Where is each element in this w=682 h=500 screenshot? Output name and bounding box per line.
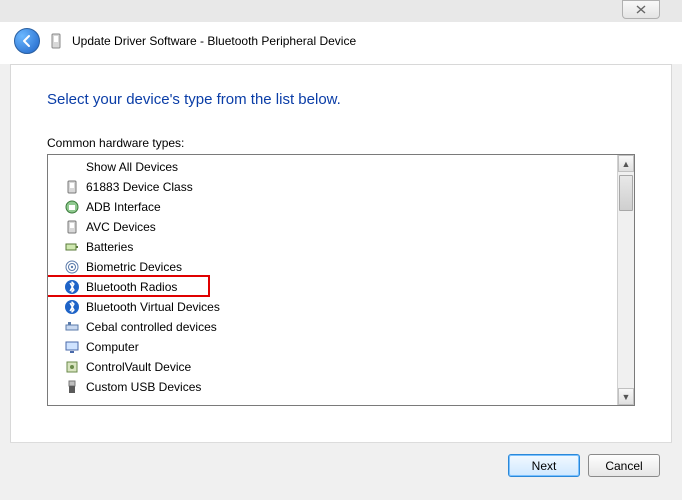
device-icon (64, 179, 80, 195)
list-item[interactable]: Batteries (48, 237, 617, 257)
cebal-icon (64, 319, 80, 335)
bluetooth-icon (64, 299, 80, 315)
title-bar (0, 0, 682, 22)
vault-icon (64, 359, 80, 375)
list-item[interactable]: 61883 Device Class (48, 177, 617, 197)
scroll-down-button[interactable]: ▼ (618, 388, 634, 405)
list-item-label: Biometric Devices (86, 260, 182, 274)
list-item[interactable]: AVC Devices (48, 217, 617, 237)
list-label: Common hardware types: (47, 136, 635, 150)
list-item-label: 61883 Device Class (86, 180, 193, 194)
cancel-button[interactable]: Cancel (588, 454, 660, 477)
instruction-text: Select your device's type from the list … (47, 91, 635, 108)
list-item-label: Bluetooth Radios (86, 280, 177, 294)
list-item-label: ADB Interface (86, 200, 161, 214)
list-item[interactable]: Bluetooth Radios (48, 277, 617, 297)
list-item-label: Bluetooth Virtual Devices (86, 300, 220, 314)
header: Update Driver Software - Bluetooth Perip… (0, 22, 682, 64)
list-item-label: Computer (86, 340, 139, 354)
battery-icon (64, 239, 80, 255)
scroll-thumb[interactable] (619, 175, 633, 211)
list-item[interactable]: Biometric Devices (48, 257, 617, 277)
adb-icon (64, 199, 80, 215)
list-item-label: AVC Devices (86, 220, 156, 234)
list-item[interactable]: Cebal controlled devices (48, 317, 617, 337)
scroll-up-button[interactable]: ▲ (618, 155, 634, 172)
list-item[interactable]: ControlVault Device (48, 357, 617, 377)
next-button[interactable]: Next (508, 454, 580, 477)
device-icon (64, 219, 80, 235)
list-item[interactable]: ADB Interface (48, 197, 617, 217)
main-panel: Select your device's type from the list … (10, 64, 672, 444)
list-item-label: ControlVault Device (86, 360, 191, 374)
list-item-label: Batteries (86, 240, 133, 254)
usb-icon (64, 379, 80, 395)
close-icon (636, 5, 646, 14)
blank-icon (64, 159, 80, 175)
list-item-label: Show All Devices (86, 160, 178, 174)
back-button[interactable] (14, 28, 40, 54)
close-button[interactable] (622, 0, 660, 19)
window-title: Update Driver Software - Bluetooth Perip… (72, 34, 356, 48)
list-item-label: Custom USB Devices (86, 380, 201, 394)
list-item-label: Cebal controlled devices (86, 320, 217, 334)
computer-icon (64, 339, 80, 355)
list-item[interactable]: Computer (48, 337, 617, 357)
bluetooth-icon (64, 279, 80, 295)
hardware-types-list: Show All Devices 61883 Device Class ADB In… (47, 154, 635, 406)
biometric-icon (64, 259, 80, 275)
back-arrow-icon (20, 34, 34, 48)
list-item[interactable]: Bluetooth Virtual Devices (48, 297, 617, 317)
footer: Next Cancel (10, 442, 672, 488)
list-item[interactable]: Custom USB Devices (48, 377, 617, 397)
scrollbar: ▲ ▼ (617, 155, 634, 405)
device-icon (48, 33, 64, 49)
list-item[interactable]: Show All Devices (48, 157, 617, 177)
